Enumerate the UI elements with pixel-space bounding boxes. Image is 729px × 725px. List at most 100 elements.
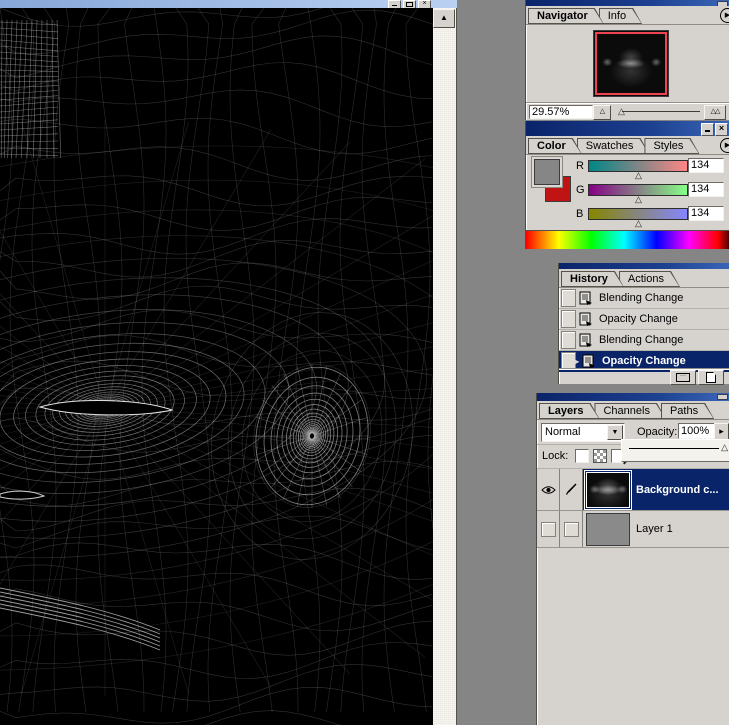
history-source-well[interactable] bbox=[561, 331, 576, 349]
blend-mode-select[interactable]: Normal ▼ bbox=[541, 423, 625, 442]
layer-name[interactable]: Layer 1 bbox=[636, 523, 673, 535]
tab-swatches[interactable]: Swatches bbox=[577, 138, 650, 154]
zoom-slider-thumb[interactable]: △ bbox=[618, 106, 625, 117]
canvas-wireframe-image bbox=[0, 8, 433, 725]
history-palette: History Actions Blending Change Opacity … bbox=[558, 263, 729, 385]
history-state-icon bbox=[579, 312, 592, 326]
channel-row-blue: B △ 134 bbox=[574, 205, 726, 229]
tab-history[interactable]: History bbox=[561, 271, 624, 287]
zoom-in-icon[interactable]: △△ bbox=[704, 105, 726, 120]
new-document-from-state-icon[interactable]: ··· bbox=[670, 370, 696, 385]
history-source-well[interactable] bbox=[561, 310, 576, 328]
color-spectrum-bar[interactable] bbox=[526, 230, 729, 249]
eye-icon[interactable] bbox=[540, 485, 556, 495]
palette-menu-icon[interactable]: ▶ bbox=[720, 138, 729, 153]
link-well[interactable] bbox=[560, 511, 583, 547]
opacity-slider-track[interactable] bbox=[629, 448, 719, 449]
history-state[interactable]: Blending Change bbox=[559, 330, 729, 351]
active-layer-well[interactable] bbox=[560, 469, 583, 510]
brush-icon bbox=[566, 483, 577, 495]
blue-slider-thumb[interactable]: △ bbox=[635, 218, 642, 228]
tab-channels[interactable]: Channels bbox=[594, 403, 665, 419]
navigator-preview-area bbox=[526, 25, 729, 102]
lock-label: Lock: bbox=[542, 450, 569, 462]
channel-rows: R △ 134 G △ 134 B △ 134 bbox=[574, 157, 726, 229]
visibility-well[interactable] bbox=[537, 511, 560, 547]
opacity-slider-popup[interactable]: △ bbox=[621, 439, 729, 462]
tab-color[interactable]: Color bbox=[528, 138, 582, 154]
blue-channel-label: B bbox=[576, 208, 584, 220]
visibility-well[interactable] bbox=[537, 469, 560, 510]
transparency-checker-icon bbox=[593, 449, 607, 463]
color-tab-row: Color Swatches Styles ▶ bbox=[526, 136, 729, 155]
navigator-zoom-bar: 29.57% △ △ △△ bbox=[526, 102, 729, 121]
close-icon[interactable]: × bbox=[715, 123, 728, 136]
zoom-out-icon[interactable]: △ bbox=[593, 105, 611, 120]
history-state-label: Opacity Change bbox=[599, 313, 678, 325]
history-source-well[interactable] bbox=[561, 289, 576, 307]
lock-transparency-checkbox[interactable] bbox=[575, 449, 589, 463]
tab-navigator[interactable]: Navigator bbox=[528, 8, 604, 24]
minimize-icon[interactable] bbox=[701, 123, 714, 136]
layers-titlebar[interactable] bbox=[537, 393, 729, 401]
opacity-value-field[interactable]: 100% bbox=[678, 423, 716, 439]
channel-row-green: G △ 134 bbox=[574, 181, 726, 205]
scroll-up-icon[interactable]: ▲ bbox=[433, 9, 455, 28]
red-slider-thumb[interactable]: △ bbox=[635, 170, 642, 180]
history-state-label: Blending Change bbox=[599, 292, 684, 304]
history-state-icon bbox=[579, 291, 592, 305]
channel-row-red: R △ 134 bbox=[574, 157, 726, 181]
tab-info[interactable]: Info bbox=[599, 8, 642, 24]
red-channel-label: R bbox=[576, 160, 584, 172]
layer-thumbnail[interactable] bbox=[586, 512, 630, 546]
green-slider[interactable]: △ bbox=[588, 184, 688, 204]
history-tab-row: History Actions bbox=[559, 269, 729, 288]
layer-name[interactable]: Background c... bbox=[636, 484, 719, 496]
history-state-label: Blending Change bbox=[599, 334, 684, 346]
opacity-label: Opacity: bbox=[637, 426, 678, 438]
vertical-scrollbar[interactable]: ▲ bbox=[433, 8, 457, 725]
color-titlebar[interactable]: × bbox=[526, 121, 729, 136]
color-palette: × Color Swatches Styles ▶ R △ 134 G △ 13… bbox=[525, 121, 729, 249]
red-value-field[interactable]: 134 bbox=[688, 158, 724, 173]
history-state[interactable]: Opacity Change bbox=[559, 309, 729, 330]
navigator-thumbnail[interactable] bbox=[593, 30, 669, 97]
green-channel-label: G bbox=[576, 184, 585, 196]
layer-row-layer1[interactable]: Layer 1 bbox=[537, 511, 729, 548]
navigator-tab-row: Navigator Info ▶ bbox=[526, 6, 729, 25]
green-slider-thumb[interactable]: △ bbox=[635, 194, 642, 204]
history-state[interactable]: Blending Change bbox=[559, 288, 729, 309]
layers-palette: Layers Channels Paths Normal ▼ Opacity: … bbox=[536, 393, 729, 725]
navigator-palette: Navigator Info ▶ 29.57% △ △ △△ bbox=[525, 0, 729, 120]
new-snapshot-icon[interactable] bbox=[698, 370, 724, 385]
layer-thumbnail[interactable] bbox=[585, 470, 631, 509]
navigator-zoom-slider[interactable]: △ bbox=[614, 105, 702, 118]
tab-styles[interactable]: Styles bbox=[644, 138, 699, 154]
blue-value-field[interactable]: 134 bbox=[688, 206, 724, 221]
tab-paths[interactable]: Paths bbox=[661, 403, 714, 419]
history-bottom-bar: ··· bbox=[559, 368, 729, 385]
palette-menu-icon[interactable]: ▶ bbox=[720, 8, 729, 23]
color-body: R △ 134 G △ 134 B △ 134 bbox=[526, 155, 729, 230]
blue-slider[interactable]: △ bbox=[588, 208, 688, 228]
tab-actions[interactable]: Actions bbox=[619, 271, 680, 287]
history-state-label: Opacity Change bbox=[602, 355, 686, 367]
opacity-slider-thumb[interactable]: △ bbox=[721, 442, 728, 453]
minimize-icon[interactable] bbox=[717, 394, 728, 400]
red-slider[interactable]: △ bbox=[588, 160, 688, 180]
zoom-percent-field[interactable]: 29.57% bbox=[529, 105, 593, 119]
layer-row-background-copy[interactable]: Background c... bbox=[537, 469, 729, 511]
photoshop-workspace: × ▲ Navigator Info ▶ 29.57% △ △ △△ × Col… bbox=[0, 0, 729, 725]
tab-layers[interactable]: Layers bbox=[539, 403, 599, 419]
chevron-down-icon[interactable]: ▼ bbox=[607, 425, 623, 440]
foreground-color-swatch[interactable] bbox=[534, 159, 560, 185]
document-titlebar[interactable]: × bbox=[0, 0, 457, 9]
green-value-field[interactable]: 134 bbox=[688, 182, 724, 197]
zoom-slider-track[interactable] bbox=[622, 111, 700, 112]
history-state-icon bbox=[582, 354, 595, 368]
history-state-list: Blending Change Opacity Change Blending … bbox=[559, 288, 729, 372]
layers-tab-row: Layers Channels Paths bbox=[537, 401, 729, 420]
current-state-marker-icon: ▸ bbox=[575, 356, 580, 366]
navigator-viewbox[interactable] bbox=[595, 32, 667, 95]
history-state-icon bbox=[579, 333, 592, 347]
